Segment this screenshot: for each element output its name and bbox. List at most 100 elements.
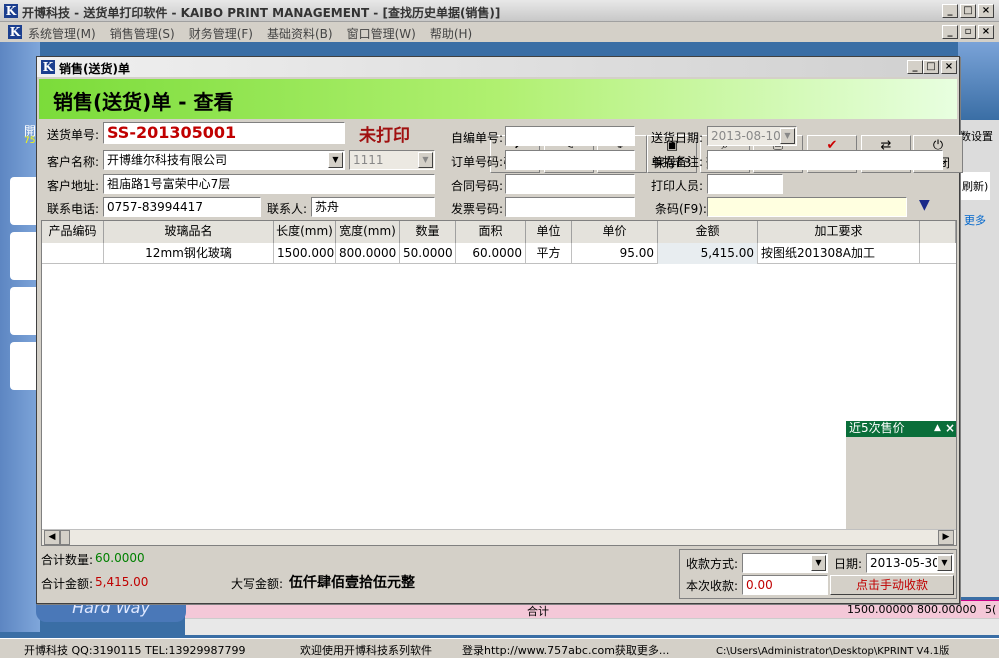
table-cell[interactable]: 1500.0000 [274,243,336,264]
table-cell[interactable]: 12mm钢化玻璃 [104,243,274,264]
dialog-close-icon[interactable]: × [941,60,957,74]
printer-field[interactable] [707,174,783,194]
table-row[interactable]: 12mm钢化玻璃 1500.0000 800.0000 50.0000 60.0000 平… [42,243,956,264]
bg-total-val3: 5( [985,603,997,616]
customer-label: 客户名称: [47,155,100,169]
this-pay-field[interactable]: 0.00 [742,575,828,595]
grid-header: 产品编码 玻璃品名 长度(mm) 宽度(mm) 数量 面积 单位 单价 金额 加工要求 [42,221,956,243]
remark-field[interactable] [707,150,943,170]
dialog-title-bar: K 销售(送货)单 _ □ × [37,57,959,77]
mdi-minimize-icon[interactable]: _ [942,25,958,39]
scroll-right-icon[interactable]: ▶ [938,530,954,545]
status-bar: 开博科技 QQ:3190115 TEL:13929987799 欢迎使用开博科技… [0,638,999,658]
contract-field[interactable] [505,174,635,194]
collapse-icon[interactable]: ▲ [934,421,941,436]
status-login: 登录http://www.757abc.com获取更多... [462,644,670,657]
delivery-date-value: 2013-08-10 [711,129,781,143]
invoice-label: 发票号码: [451,202,504,216]
bg-hscroll[interactable] [185,618,999,635]
status-company: 开博科技 QQ:3190115 TEL:13929987799 [24,644,246,657]
grid-col-header[interactable] [920,221,956,243]
phone-field[interactable]: 0757-83994417 [103,197,261,217]
chevron-down-icon[interactable]: ▼ [937,555,952,571]
grid-col-header[interactable]: 单位 [526,221,572,243]
customer-code-select[interactable]: 1111 ▼ [349,150,435,170]
order-code-field[interactable] [505,150,635,170]
menu-item[interactable]: 财务管理(F) [189,27,253,41]
delivery-date-label: 送货日期: [651,131,704,145]
scroll-thumb[interactable] [60,530,70,545]
heading-band: 销售(送货)单 - 查看 [39,79,957,119]
grid-col-header[interactable]: 加工要求 [758,221,920,243]
minimize-icon[interactable]: _ [942,4,958,18]
dialog-maximize-icon[interactable]: □ [923,60,939,74]
address-label: 客户地址: [47,179,100,193]
right-refresh-text[interactable]: 刷新) [960,172,991,200]
barcode-field[interactable] [707,197,907,217]
grid-col-header[interactable]: 面积 [456,221,526,243]
table-cell[interactable]: 按图纸201308A加工 [758,243,920,264]
scroll-left-icon[interactable]: ◀ [44,530,60,545]
dialog-logo-icon: K [41,60,55,74]
payment-box: 收款方式: ▼ 日期: 2013-05-30 ▼ 本次收款: 0.00 点击手动收… [679,549,957,599]
close-icon[interactable]: × [945,421,955,436]
customer-code-value: 1111 [353,153,384,167]
grid-body: 12mm钢化玻璃 1500.0000 800.0000 50.0000 60.0000 平… [42,243,956,523]
pay-date-value: 2013-05-30 [870,556,940,570]
print-status: 未打印 [359,126,410,146]
left-panel: 開 753 [0,42,41,632]
invoice-field[interactable] [505,197,635,217]
right-more-text[interactable]: 更多 [964,212,986,228]
table-cell[interactable]: 95.00 [572,243,658,264]
mdi-restore-icon[interactable]: ▫ [960,25,976,39]
chevron-down-icon[interactable]: ▼ [418,152,433,168]
pay-method-select[interactable]: ▼ [742,553,828,573]
upper-amt: 伍仟肆佰壹拾伍元整 [289,575,415,591]
dialog-minimize-icon[interactable]: _ [907,60,923,74]
mdi-close-icon[interactable]: × [978,25,994,39]
page-title: 销售(送货)单 - 查看 [53,90,234,114]
chevron-down-icon[interactable]: ▼ [811,555,826,571]
chevron-down-icon[interactable]: ▼ [780,128,795,144]
grid-col-header[interactable]: 玻璃品名 [104,221,274,243]
upper-amt-label: 大写金额: [231,577,284,591]
bg-total-val2: 800.00000 [917,603,977,616]
address-field[interactable]: 祖庙路1号富荣中心7层 [103,174,435,194]
total-qty: 60.0000 [95,551,145,565]
expand-down-icon[interactable]: ▼ [919,197,930,213]
self-no-field[interactable] [505,126,635,146]
order-no-field[interactable]: SS-201305001 [103,122,345,144]
grid-col-header[interactable]: 长度(mm) [274,221,336,243]
contact-field[interactable]: 苏舟 [311,197,435,217]
menu-item[interactable]: 窗口管理(W) [347,27,416,41]
menu-item[interactable]: 基础资料(B) [267,27,333,41]
close-icon[interactable]: × [978,4,994,18]
manual-pay-button[interactable]: 点击手动收款 [830,575,954,595]
table-cell[interactable]: 5,415.00 [658,243,758,264]
self-no-label: 自编单号: [451,131,504,145]
grid-col-header[interactable]: 产品编码 [42,221,104,243]
grid-col-header[interactable]: 宽度(mm) [336,221,400,243]
chevron-down-icon[interactable]: ▼ [328,152,343,168]
bg-total-val1: 1500.00000 [847,603,914,616]
grid-hscroll[interactable]: ◀ ▶ [42,529,956,545]
menu-item[interactable]: 销售管理(S) [110,27,175,41]
menu-item[interactable]: 系统管理(M) [28,27,96,41]
total-qty-label: 合计数量: [41,553,94,567]
maximize-icon[interactable]: □ [960,4,976,18]
table-cell[interactable]: 50.0000 [400,243,456,264]
grid-col-header[interactable]: 数量 [400,221,456,243]
delivery-date-field[interactable]: 2013-08-10 ▼ [707,126,797,146]
right-settings-text[interactable]: 数设置 [960,128,993,144]
customer-select[interactable]: 开博维尔科技有限公司 ▼ [103,150,345,170]
table-cell[interactable] [42,243,104,264]
app-logo-icon: K [4,4,18,18]
grid-col-header[interactable]: 金额 [658,221,758,243]
menu-bar: K 系统管理(M) 销售管理(S) 财务管理(F) 基础资料(B) 窗口管理(W) 帮助(… [0,22,999,42]
grid-col-header[interactable]: 单价 [572,221,658,243]
menu-item[interactable]: 帮助(H) [430,27,472,41]
table-cell[interactable]: 800.0000 [336,243,400,264]
table-cell[interactable]: 平方 [526,243,572,264]
pay-date-field[interactable]: 2013-05-30 ▼ [866,553,954,573]
table-cell[interactable]: 60.0000 [456,243,526,264]
